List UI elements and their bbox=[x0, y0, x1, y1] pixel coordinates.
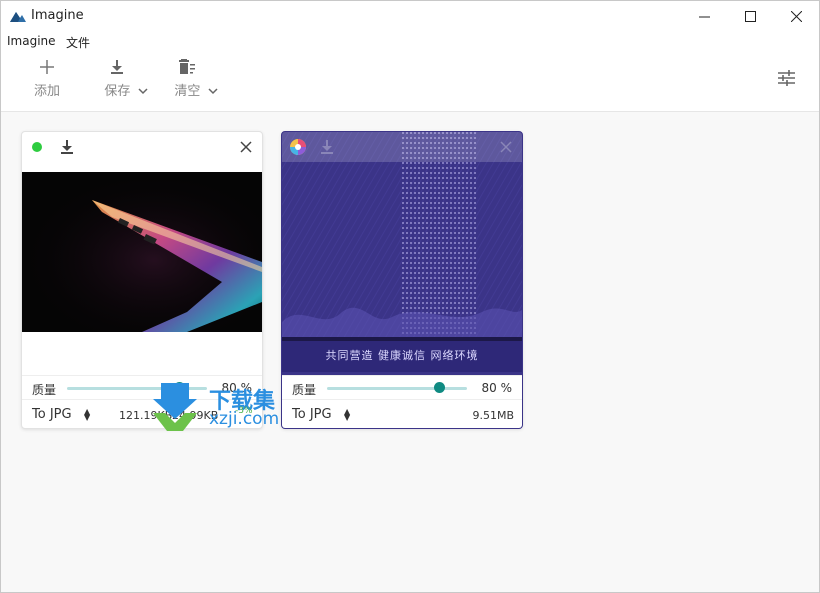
quality-value: 80 % bbox=[481, 381, 512, 395]
quality-slider[interactable] bbox=[327, 387, 467, 390]
card-header bbox=[282, 132, 522, 162]
menu-imagine[interactable]: Imagine bbox=[7, 34, 56, 48]
add-label: 添加 bbox=[33, 84, 60, 99]
sort-arrows-icon[interactable]: ▲ ▼ bbox=[344, 408, 350, 422]
minimize-button[interactable] bbox=[681, 1, 727, 31]
download-icon[interactable] bbox=[60, 139, 74, 154]
clear-all-icon bbox=[179, 59, 195, 74]
plus-icon bbox=[40, 60, 54, 74]
status-done-icon bbox=[32, 142, 42, 152]
close-icon[interactable] bbox=[240, 141, 252, 153]
processing-color-wheel-icon bbox=[290, 139, 306, 155]
site-watermark: 下载集 xzji.com -3% bbox=[151, 383, 301, 433]
card-header bbox=[22, 132, 262, 162]
maximize-button[interactable] bbox=[727, 1, 773, 31]
menu-file[interactable]: 文件 bbox=[66, 34, 90, 51]
menu-bar: Imagine 文件 bbox=[1, 31, 819, 53]
quality-label: 质量 bbox=[32, 383, 57, 397]
clear-button[interactable]: 清空 bbox=[171, 59, 221, 107]
window-title: Imagine bbox=[31, 8, 84, 23]
watermark-logo-icon bbox=[153, 383, 197, 431]
save-label: 保存 bbox=[104, 84, 131, 99]
chevron-down-icon bbox=[208, 88, 218, 95]
save-button[interactable]: 保存 bbox=[101, 59, 151, 107]
file-size: 9.51MB bbox=[472, 409, 514, 422]
download-icon bbox=[111, 60, 123, 74]
close-icon[interactable] bbox=[500, 141, 512, 153]
app-window: Imagine Imagine 文件 添加 保存 清空 质量 80 % To J… bbox=[0, 0, 820, 593]
download-icon[interactable] bbox=[320, 139, 334, 154]
clear-label: 清空 bbox=[174, 84, 201, 99]
toolbar: 添加 保存 清空 bbox=[1, 53, 819, 112]
settings-button[interactable] bbox=[778, 70, 795, 90]
image-thumbnail bbox=[282, 132, 522, 372]
maximize-icon bbox=[744, 10, 756, 22]
image-banner-text: 共同营造 健康诚信 网络环境 bbox=[325, 349, 479, 362]
tune-sliders-icon bbox=[778, 70, 795, 86]
close-window-button[interactable] bbox=[773, 1, 819, 31]
quality-slider-thumb[interactable] bbox=[433, 382, 445, 393]
title-bar: Imagine bbox=[1, 1, 819, 31]
app-logo-icon bbox=[10, 12, 26, 22]
savings-percent: -3% bbox=[235, 406, 253, 416]
quality-row: 质量 80 % bbox=[282, 375, 522, 400]
sort-arrows-icon[interactable]: ▲ ▼ bbox=[84, 408, 90, 422]
image-thumbnail bbox=[22, 172, 262, 332]
add-button[interactable]: 添加 bbox=[29, 59, 65, 107]
format-select[interactable]: To JPG bbox=[32, 407, 72, 422]
image-card-2: 共同营造 健康诚信 网络环境 质量 80 % To JPG ▲ ▼ 9.51MB bbox=[281, 131, 523, 429]
close-icon bbox=[790, 10, 802, 22]
minimize-icon bbox=[698, 16, 710, 17]
chevron-down-icon bbox=[138, 88, 148, 95]
format-row: To JPG ▲ ▼ 9.51MB bbox=[282, 399, 522, 428]
